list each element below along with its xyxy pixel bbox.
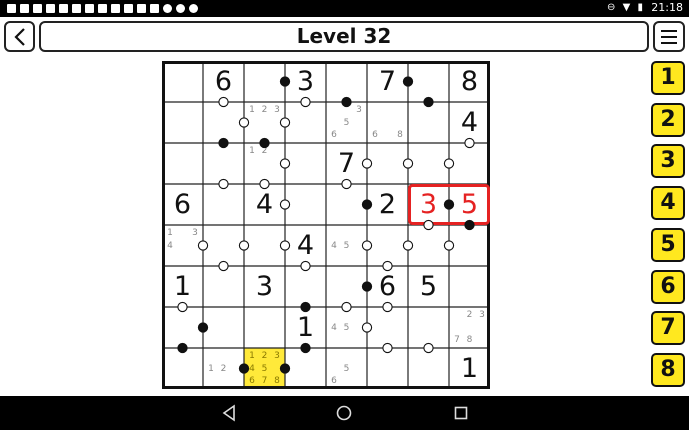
back-button[interactable] bbox=[4, 21, 35, 52]
white-dot bbox=[402, 240, 414, 251]
black-dot bbox=[259, 137, 270, 149]
level-title-bar: Level 32 bbox=[39, 21, 649, 52]
status-bar-right-icons: ⊖ ▼ ▮ bbox=[607, 2, 645, 13]
number-button-2[interactable]: 2 bbox=[651, 102, 685, 137]
white-dot bbox=[279, 158, 291, 169]
number-pad: 1 2 3 4 5 6 7 8 bbox=[651, 61, 685, 393]
notification-icon bbox=[59, 4, 68, 13]
circle-icon bbox=[189, 4, 198, 13]
grid-lines bbox=[162, 61, 490, 389]
white-dot bbox=[218, 96, 229, 108]
black-dot bbox=[238, 363, 250, 374]
white-dot bbox=[361, 322, 373, 333]
white-dot bbox=[279, 240, 291, 251]
white-dot bbox=[382, 301, 393, 313]
white-dot bbox=[238, 240, 250, 251]
status-bar: ⊖ ▼ ▮ 21:18 bbox=[0, 0, 689, 17]
notification-icon bbox=[85, 4, 94, 13]
white-dot bbox=[361, 158, 373, 169]
white-dot bbox=[402, 158, 414, 169]
notification-icon bbox=[20, 4, 29, 13]
white-dot bbox=[423, 219, 434, 231]
mail-icon bbox=[111, 4, 120, 13]
white-dot bbox=[259, 178, 270, 190]
white-dot bbox=[238, 117, 250, 128]
triangle-back-icon[interactable] bbox=[220, 404, 238, 422]
white-dot bbox=[279, 199, 291, 210]
white-dot bbox=[443, 240, 455, 251]
circle-home-icon[interactable] bbox=[335, 404, 353, 422]
number-button-3[interactable]: 3 bbox=[651, 144, 685, 179]
number-button-5[interactable]: 5 bbox=[651, 227, 685, 262]
white-dot bbox=[300, 96, 311, 108]
notification-icon bbox=[33, 4, 42, 13]
number-button-7[interactable]: 7 bbox=[651, 311, 685, 346]
white-dot bbox=[443, 158, 455, 169]
white-dot bbox=[279, 117, 291, 128]
puzzle-board: 6378123356684127642351344451365145237812… bbox=[162, 61, 490, 389]
number-button-4[interactable]: 4 bbox=[651, 186, 685, 221]
white-dot bbox=[382, 260, 393, 272]
circle-icon bbox=[176, 4, 185, 13]
white-dot bbox=[218, 178, 229, 190]
notification-icon bbox=[7, 4, 16, 13]
navigation-bar bbox=[0, 396, 689, 430]
media-icon bbox=[137, 4, 146, 13]
battery-icon: ▮ bbox=[637, 2, 645, 13]
white-dot bbox=[423, 342, 434, 354]
black-dot bbox=[218, 137, 229, 149]
black-dot bbox=[443, 199, 455, 210]
black-dot bbox=[197, 322, 209, 333]
notification-icon bbox=[98, 4, 107, 13]
white-dot bbox=[300, 260, 311, 272]
wifi-icon: ▼ bbox=[622, 2, 633, 13]
white-dot bbox=[341, 301, 352, 313]
white-dot bbox=[361, 240, 373, 251]
chevron-left-icon bbox=[14, 28, 25, 46]
black-dot bbox=[402, 76, 414, 87]
notification-icon bbox=[46, 4, 55, 13]
black-dot bbox=[177, 342, 188, 354]
bug-icon bbox=[150, 4, 159, 13]
square-recents-icon[interactable] bbox=[452, 404, 470, 422]
number-button-1[interactable]: 1 bbox=[651, 61, 685, 95]
white-dot bbox=[197, 240, 209, 251]
black-dot bbox=[279, 363, 291, 374]
mail-icon bbox=[124, 4, 133, 13]
black-dot bbox=[341, 96, 352, 108]
black-dot bbox=[361, 281, 373, 292]
black-dot bbox=[423, 96, 434, 108]
white-dot bbox=[464, 137, 475, 149]
menu-button[interactable] bbox=[653, 21, 685, 52]
status-time: 21:18 bbox=[651, 1, 683, 14]
notification-icon bbox=[72, 4, 81, 13]
white-dot bbox=[177, 301, 188, 313]
white-dot bbox=[341, 178, 352, 190]
level-title: Level 32 bbox=[296, 24, 392, 48]
number-button-6[interactable]: 6 bbox=[651, 269, 685, 304]
black-dot bbox=[464, 219, 475, 231]
black-dot bbox=[300, 342, 311, 354]
black-dot bbox=[361, 199, 373, 210]
white-dot bbox=[218, 260, 229, 272]
black-dot bbox=[300, 301, 311, 313]
black-dot bbox=[279, 76, 291, 87]
minus-circle-icon: ⊖ bbox=[607, 2, 618, 13]
number-button-8[interactable]: 8 bbox=[651, 352, 685, 387]
white-dot bbox=[382, 342, 393, 354]
circle-icon bbox=[163, 4, 172, 13]
